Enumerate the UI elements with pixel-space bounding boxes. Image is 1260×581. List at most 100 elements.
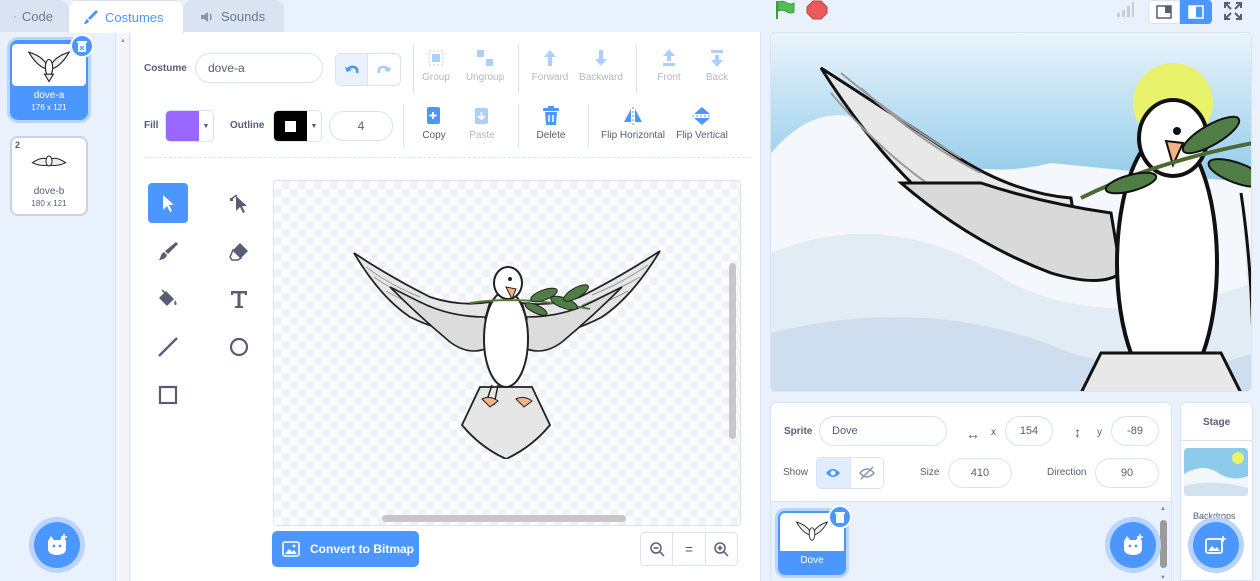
text-icon — [231, 291, 247, 308]
forward-label: Forward — [531, 72, 569, 83]
toolbar-divider — [413, 44, 414, 94]
choose-backdrop-button[interactable] — [1193, 522, 1239, 568]
costume-list-scrollbar[interactable]: ▲ — [116, 32, 130, 581]
eraser-tool[interactable] — [219, 231, 259, 271]
convert-to-bitmap-button[interactable]: Convert to Bitmap — [272, 531, 419, 567]
zoom-out-button[interactable] — [641, 533, 674, 565]
costume-number: 1 — [15, 44, 21, 54]
flip-vertical-button[interactable]: Flip Vertical — [674, 106, 730, 141]
costume-size: 176 x 121 — [31, 103, 67, 112]
canvas-vertical-scrollbar[interactable] — [729, 263, 736, 439]
copy-icon — [427, 107, 440, 124]
group-icon — [428, 50, 444, 66]
normal-stage-button[interactable] — [1180, 0, 1212, 24]
code-icon — [14, 15, 16, 18]
arrow-cursor-icon — [163, 195, 174, 212]
outline-width-input[interactable]: 4 — [329, 111, 393, 141]
trash-icon — [543, 106, 559, 125]
green-flag-button[interactable] — [774, 0, 798, 20]
costume-name: dove-a — [33, 90, 65, 101]
brush-icon — [84, 10, 98, 24]
show-label: Show — [783, 467, 809, 478]
costume-card-2[interactable]: 2 dove-b 180 x 121 — [10, 136, 88, 216]
copy-label: Copy — [422, 130, 446, 141]
canvas-horizontal-scrollbar[interactable] — [382, 515, 626, 522]
show-visible-button[interactable] — [817, 458, 851, 488]
line-tool[interactable] — [148, 327, 188, 367]
image-icon — [282, 541, 300, 557]
redo-button[interactable] — [368, 54, 400, 85]
costume-name-input[interactable]: dove-a — [195, 53, 323, 83]
back-icon — [711, 50, 723, 67]
zoom-reset-button[interactable]: = — [673, 533, 706, 565]
costume-name-value: dove-a — [208, 61, 245, 75]
normal-stage-icon — [1188, 5, 1204, 19]
front-button[interactable]: Front — [652, 48, 686, 83]
fill-label: Fill — [144, 120, 159, 131]
outline-color-picker[interactable]: ▼ — [273, 110, 322, 142]
fill-color-picker[interactable]: ▼ — [165, 110, 214, 142]
brush-tool[interactable] — [148, 231, 188, 271]
eye-icon — [826, 469, 841, 477]
costume-thumbnail — [12, 140, 86, 182]
zoom-out-icon — [649, 542, 665, 557]
x-input[interactable]: 154 — [1005, 416, 1053, 446]
cat-plus-icon — [1124, 534, 1143, 555]
paint-bucket-icon — [159, 289, 177, 306]
backdrop-thumbnail — [1184, 448, 1248, 496]
text-tool[interactable] — [219, 279, 259, 319]
y-input[interactable]: -89 — [1111, 416, 1159, 446]
toolbar-separator — [144, 157, 750, 158]
ungroup-button[interactable]: Ungroup — [464, 48, 506, 83]
circle-tool[interactable] — [219, 327, 259, 367]
delete-costume-button[interactable] — [70, 34, 94, 58]
select-tool[interactable] — [148, 183, 188, 223]
choose-costume-button[interactable] — [34, 522, 80, 568]
show-hidden-button[interactable] — [851, 458, 884, 488]
undo-icon — [344, 65, 358, 73]
fullscreen-button[interactable] — [1224, 2, 1246, 22]
outline-swatch — [274, 111, 307, 141]
fill-swatch — [166, 111, 199, 141]
delete-button[interactable]: Delete — [534, 106, 568, 141]
tab-code[interactable]: Code — [0, 0, 68, 32]
y-label: y — [1097, 427, 1102, 438]
signal-icon — [1117, 2, 1134, 17]
flip-horizontal-button[interactable]: Flip Horizontal — [598, 106, 668, 141]
ungroup-icon — [477, 50, 493, 66]
choose-sprite-button[interactable] — [1110, 522, 1156, 568]
delete-sprite-button[interactable] — [828, 505, 852, 529]
direction-input[interactable]: 90 — [1095, 458, 1159, 488]
flip-horizontal-label: Flip Horizontal — [601, 130, 665, 141]
paste-button[interactable]: Paste — [466, 106, 498, 141]
sprite-list-scrollbar[interactable]: ▲ ▼ — [1158, 504, 1170, 581]
stop-button[interactable] — [806, 0, 830, 20]
size-input[interactable]: 410 — [948, 458, 1012, 488]
turbo-indicator — [1116, 2, 1134, 18]
copy-button[interactable]: Copy — [418, 106, 450, 141]
toolbar-divider — [403, 104, 404, 148]
tab-costumes[interactable]: Costumes — [68, 0, 184, 33]
fill-tool[interactable] — [148, 279, 188, 319]
sprite-label: Sprite — [784, 426, 813, 437]
paint-canvas[interactable] — [273, 180, 741, 526]
back-button[interactable]: Back — [700, 48, 734, 83]
backward-button[interactable]: Backward — [578, 48, 624, 83]
tab-sounds[interactable]: Sounds — [184, 0, 284, 32]
outline-width-value: 4 — [357, 119, 365, 133]
tab-costumes-label: Costumes — [105, 9, 164, 25]
flip-vertical-icon — [692, 107, 712, 125]
undo-button[interactable] — [336, 54, 369, 85]
sprite-name-input[interactable]: Dove — [819, 416, 947, 446]
forward-button[interactable]: Forward — [530, 48, 570, 83]
stage-canvas[interactable] — [770, 32, 1252, 392]
direction-label: Direction — [1047, 467, 1087, 478]
back-label: Back — [705, 72, 729, 83]
rectangle-tool[interactable] — [148, 375, 188, 415]
speaker-icon — [201, 11, 212, 22]
small-stage-button[interactable] — [1148, 0, 1180, 24]
reshape-tool[interactable] — [219, 183, 259, 223]
zoom-in-button[interactable] — [706, 533, 737, 565]
group-button[interactable]: Group — [418, 48, 454, 83]
delete-label: Delete — [536, 130, 566, 141]
